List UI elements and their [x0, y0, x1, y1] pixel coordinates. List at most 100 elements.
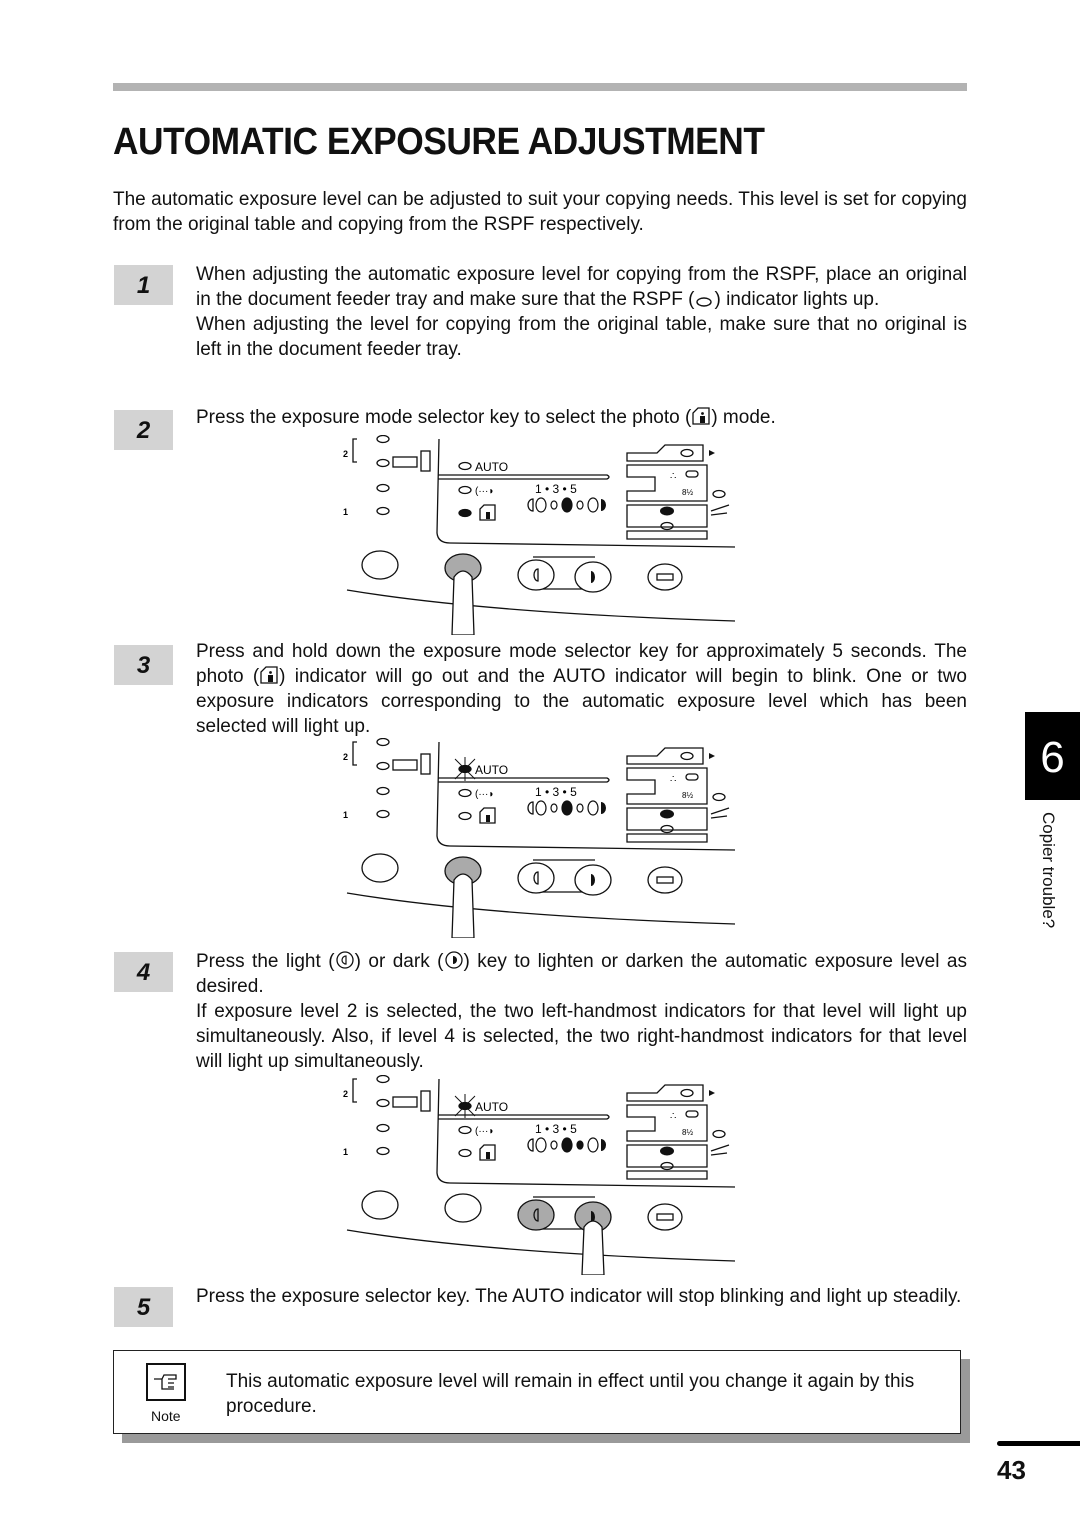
- panel-edge: [346, 892, 735, 925]
- text: Press the exposure mode selector key to …: [196, 407, 692, 428]
- mode-indicator: [376, 435, 390, 444]
- photo-indicator: [458, 508, 472, 518]
- dark-end-icon: [601, 499, 606, 511]
- exposure-level-indicator: [535, 1137, 547, 1153]
- duplex-icon: [392, 456, 418, 468]
- step-number: 5: [114, 1287, 173, 1327]
- mode-indicator: [376, 1098, 390, 1108]
- rspf-tray: [626, 1084, 704, 1102]
- light-key-icon: [335, 951, 354, 969]
- note-text: This automatic exposure level will remai…: [226, 1371, 915, 1417]
- photo-indicator: [458, 811, 472, 821]
- light-end-icon: [527, 801, 534, 815]
- note-label: Note: [151, 1408, 181, 1424]
- light-key[interactable]: [517, 559, 555, 591]
- drum-icon: [685, 1110, 699, 1118]
- original-size-1-icon: 1: [343, 810, 348, 820]
- rspf-indicator: [680, 448, 694, 458]
- bypass-indicator: [712, 1129, 726, 1139]
- mode-indicator: [376, 1075, 390, 1084]
- toner-icon: ∴: [670, 471, 676, 482]
- photo-mode-icon: [692, 407, 710, 425]
- step-paragraph: When adjusting the automatic exposure le…: [196, 262, 967, 312]
- exposure-scale-label: 1 • 3 • 5: [535, 482, 577, 496]
- step-text: When adjusting the automatic exposure le…: [196, 262, 967, 362]
- arrow-icon: [709, 1090, 715, 1096]
- panel-groove: [438, 777, 610, 783]
- text: Press the light (: [196, 951, 335, 972]
- dark-key-icon: [444, 951, 463, 969]
- rspf-indicator-icon: [696, 297, 713, 307]
- dark-end-icon: [601, 1139, 606, 1151]
- exposure-level-indicator: [535, 497, 547, 513]
- start-key[interactable]: [647, 1203, 683, 1231]
- clear-key[interactable]: [361, 853, 399, 883]
- mode-indicator: [376, 786, 390, 796]
- chapter-tab: 6: [1025, 712, 1080, 800]
- mode-indicator: [376, 483, 390, 493]
- step-text: Press the light () or dark () key to lig…: [196, 949, 967, 1074]
- step-paragraph: Press the light () or dark () key to lig…: [196, 949, 967, 999]
- start-key[interactable]: [647, 563, 683, 591]
- arrow-icon: [709, 450, 715, 456]
- auto-indicator: [458, 461, 472, 471]
- manual-scale-icon: (···◗: [475, 486, 494, 497]
- panel-groove: [438, 1114, 610, 1120]
- photo-mode-icon-figure: [486, 1152, 490, 1159]
- mode-indicator: [376, 1146, 390, 1156]
- lower-tray: [626, 1170, 708, 1180]
- clear-key[interactable]: [361, 1190, 399, 1220]
- original-size-1-icon: 1: [343, 507, 348, 517]
- original-size-1-icon: 1: [343, 1147, 348, 1157]
- lower-tray: [626, 530, 708, 540]
- rspf-tray: [626, 444, 704, 462]
- toner-icon: ∴: [670, 1111, 676, 1122]
- auto-label: AUTO: [475, 763, 508, 777]
- page-number: 43: [997, 1455, 1026, 1485]
- clear-key[interactable]: [361, 550, 399, 580]
- exposure-mode-key[interactable]: [444, 1193, 482, 1223]
- step-number: 2: [114, 410, 173, 450]
- text: ) indicator will go out and the AUTO ind…: [196, 666, 967, 737]
- manual-indicator: [458, 1125, 472, 1135]
- exposure-level-indicator: [550, 803, 558, 813]
- exposure-level-indicator: [587, 1137, 599, 1153]
- light-end-icon: [527, 498, 534, 512]
- step-paragraph: Press and hold down the exposure mode se…: [196, 639, 967, 739]
- tray-extension: [710, 1144, 730, 1156]
- photo-mode-icon-figure: [486, 512, 490, 519]
- rspf-indicator: [680, 751, 694, 761]
- exposure-level-indicator: [561, 497, 573, 513]
- text: ) indicator lights up.: [714, 289, 880, 310]
- tray-extension: [710, 807, 730, 819]
- panel-groove: [438, 474, 610, 480]
- auto-indicator: [458, 764, 472, 774]
- auto-label: AUTO: [475, 1100, 508, 1114]
- light-key[interactable]: [517, 1199, 555, 1231]
- mode-indicator: [376, 738, 390, 747]
- photo-mode-icon-figure: [486, 815, 490, 822]
- note-box: Note This automatic exposure level will …: [113, 1350, 961, 1434]
- bracket: [352, 741, 357, 766]
- lower-tray-indicator: [660, 1161, 674, 1171]
- control-panel-illustration: 2 1 AUTO (···◗ 1 • 3 • 5 ∴ 8½: [343, 435, 735, 635]
- exposure-level-indicator: [576, 500, 584, 510]
- mode-indicator: [376, 809, 390, 819]
- light-key[interactable]: [517, 862, 555, 894]
- finger-icon: [451, 873, 475, 938]
- arrow-icon: [709, 753, 715, 759]
- light-end-icon: [527, 1138, 534, 1152]
- exposure-level-indicator: [561, 1137, 573, 1153]
- step-paragraph: Press the exposure selector key. The AUT…: [196, 1286, 962, 1307]
- panel-edge: [346, 1229, 735, 1262]
- mode-indicator: [376, 506, 390, 516]
- rspf-indicator: [680, 1088, 694, 1098]
- start-key[interactable]: [647, 866, 683, 894]
- paper-size-icon: 8½: [682, 1128, 693, 1137]
- exposure-level-indicator: [587, 497, 599, 513]
- pointing-hand-icon: [146, 1363, 186, 1401]
- step-text: Press and hold down the exposure mode se…: [196, 639, 967, 739]
- duplex-icon: [392, 1096, 418, 1108]
- control-panel-illustration: 2 1 AUTO (···◗ 1 • 3 • 5 ∴ 8½: [343, 738, 735, 938]
- photo-indicator: [458, 1148, 472, 1158]
